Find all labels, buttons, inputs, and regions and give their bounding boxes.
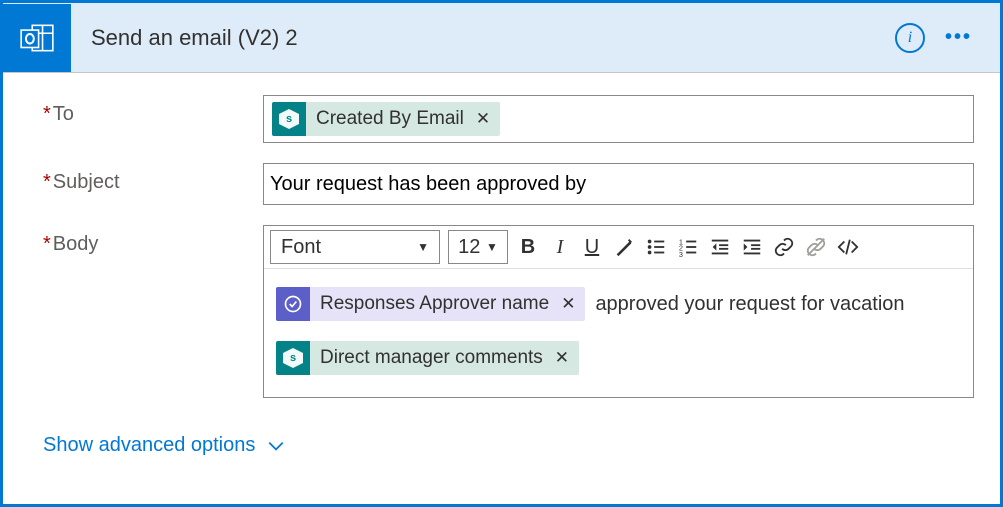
subject-label: *Subject bbox=[43, 163, 263, 194]
to-row: *To s Created By Email ✕ bbox=[43, 95, 974, 143]
card-header: Send an email (V2) 2 i ••• bbox=[3, 3, 1000, 73]
numbered-list-button[interactable]: 123 bbox=[672, 231, 704, 263]
advanced-label: Show advanced options bbox=[43, 434, 255, 457]
indent-button[interactable] bbox=[736, 231, 768, 263]
font-select-label: Font bbox=[281, 236, 321, 259]
chevron-down-icon bbox=[267, 437, 285, 455]
token-label: Direct manager comments bbox=[320, 347, 543, 369]
code-view-button[interactable] bbox=[832, 231, 864, 263]
header-actions: i ••• bbox=[895, 23, 1000, 53]
outlook-icon bbox=[3, 4, 71, 72]
font-select[interactable]: Font ▼ bbox=[270, 230, 440, 264]
body-line-2: s Direct manager comments ✕ bbox=[274, 339, 963, 377]
card-body: *To s Created By Email ✕ *Subject *Body bbox=[3, 73, 1000, 467]
outdent-button[interactable] bbox=[704, 231, 736, 263]
info-icon[interactable]: i bbox=[895, 23, 925, 53]
font-size-select[interactable]: 12 ▼ bbox=[448, 230, 508, 264]
subject-input[interactable] bbox=[264, 169, 973, 200]
rte-toolbar: Font ▼ 12 ▼ B I U 12 bbox=[264, 226, 973, 269]
body-row: *Body Font ▼ 12 ▼ B I U bbox=[43, 225, 974, 398]
token-approver-name[interactable]: Responses Approver name ✕ bbox=[276, 287, 585, 321]
body-text: approved your request for vacation bbox=[595, 293, 904, 316]
bullet-list-button[interactable] bbox=[640, 231, 672, 263]
token-label: Created By Email bbox=[316, 108, 464, 130]
sharepoint-icon: s bbox=[272, 102, 306, 136]
link-button[interactable] bbox=[768, 231, 800, 263]
remove-token-icon[interactable]: ✕ bbox=[559, 294, 577, 314]
body-content[interactable]: Responses Approver name ✕ approved your … bbox=[264, 269, 973, 397]
chevron-down-icon: ▼ bbox=[486, 240, 498, 254]
svg-text:3: 3 bbox=[679, 250, 683, 258]
unlink-button bbox=[800, 231, 832, 263]
body-editor: Font ▼ 12 ▼ B I U 12 bbox=[263, 225, 974, 398]
approvals-icon bbox=[276, 287, 310, 321]
body-line-1: Responses Approver name ✕ approved your … bbox=[274, 285, 963, 323]
to-input[interactable]: s Created By Email ✕ bbox=[263, 95, 974, 143]
body-label: *Body bbox=[43, 225, 263, 256]
subject-control bbox=[263, 163, 974, 205]
show-advanced-options-link[interactable]: Show advanced options bbox=[43, 434, 285, 457]
sharepoint-icon: s bbox=[276, 341, 310, 375]
token-manager-comments[interactable]: s Direct manager comments ✕ bbox=[276, 341, 579, 375]
underline-button[interactable]: U bbox=[576, 231, 608, 263]
card-title: Send an email (V2) 2 bbox=[91, 25, 895, 51]
token-label: Responses Approver name bbox=[320, 293, 549, 315]
token-created-by-email[interactable]: s Created By Email ✕ bbox=[272, 102, 500, 136]
to-label: *To bbox=[43, 95, 263, 126]
remove-token-icon[interactable]: ✕ bbox=[474, 109, 492, 129]
chevron-down-icon: ▼ bbox=[417, 240, 429, 254]
font-size-label: 12 bbox=[458, 236, 480, 259]
remove-token-icon[interactable]: ✕ bbox=[553, 348, 571, 368]
bold-button[interactable]: B bbox=[512, 231, 544, 263]
subject-row: *Subject bbox=[43, 163, 974, 205]
font-color-button[interactable] bbox=[608, 231, 640, 263]
italic-button[interactable]: I bbox=[544, 231, 576, 263]
more-menu-icon[interactable]: ••• bbox=[945, 26, 972, 49]
action-card: Send an email (V2) 2 i ••• *To s Created… bbox=[0, 0, 1003, 507]
